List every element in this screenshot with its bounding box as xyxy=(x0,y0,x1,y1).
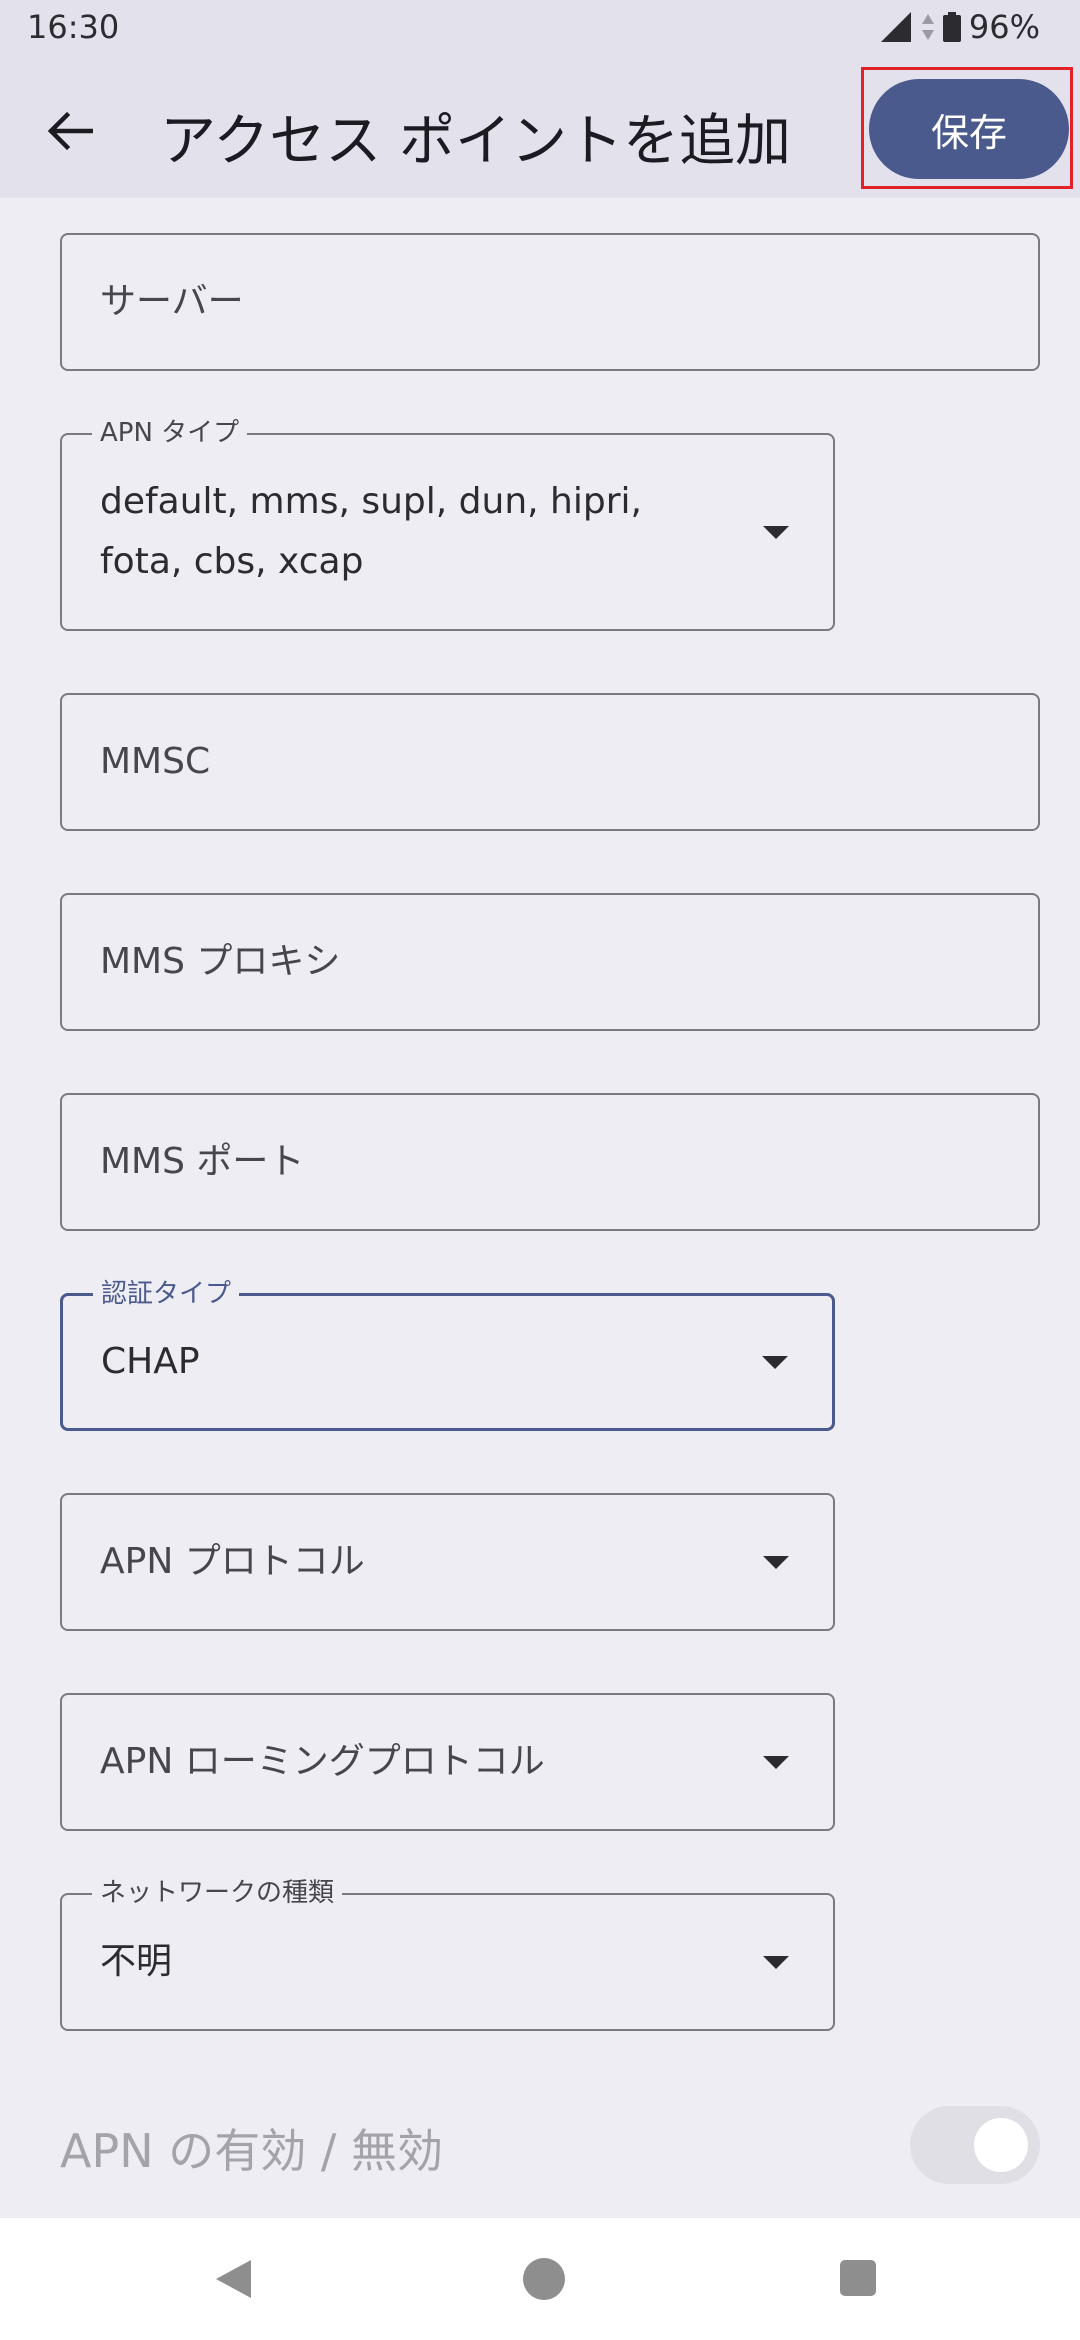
apn-type-value-line1: default, mms, supl, dun, hipri, xyxy=(100,481,642,522)
data-arrows-icon xyxy=(921,14,934,40)
apn-enable-toggle[interactable] xyxy=(910,2106,1040,2184)
status-bar: 16:30 96% xyxy=(0,0,1080,58)
status-icons: 96% xyxy=(880,8,1040,46)
apn-roaming-protocol-dropdown[interactable]: APN ローミングプロトコル xyxy=(60,1693,835,1831)
app-bar: アクセス ポイントを追加 保存 xyxy=(0,58,1080,198)
nav-recents-icon[interactable] xyxy=(840,2260,876,2296)
chevron-down-icon xyxy=(763,526,789,539)
mms-port-placeholder: MMS ポート xyxy=(100,1141,305,1182)
chevron-down-icon xyxy=(763,1956,789,1969)
network-type-value: 不明 xyxy=(100,1941,173,1982)
apn-roaming-protocol-placeholder: APN ローミングプロトコル xyxy=(100,1741,545,1782)
back-button[interactable] xyxy=(30,91,110,171)
apn-type-value: default, mms, supl, dun, hipri, fota, cb… xyxy=(100,435,733,629)
apn-protocol-dropdown[interactable]: APN プロトコル xyxy=(60,1493,835,1631)
toggle-thumb xyxy=(974,2118,1028,2172)
save-button[interactable]: 保存 xyxy=(869,79,1069,179)
mms-port-field[interactable]: MMS ポート xyxy=(60,1093,1040,1231)
server-placeholder: サーバー xyxy=(100,281,244,322)
navigation-bar xyxy=(0,2218,1080,2340)
mms-proxy-field[interactable]: MMS プロキシ xyxy=(60,893,1040,1031)
nav-back-icon[interactable] xyxy=(213,2258,253,2300)
apn-type-dropdown[interactable]: APN タイプ default, mms, supl, dun, hipri, … xyxy=(60,416,835,631)
battery-icon xyxy=(942,12,961,42)
mmsc-field[interactable]: MMSC xyxy=(60,693,1040,831)
apn-type-value-line2: fota, cbs, xcap xyxy=(100,541,364,582)
arrow-left-icon xyxy=(47,111,93,151)
apn-toggle-label: APN の有効 / 無効 xyxy=(60,2124,443,2178)
network-type-dropdown[interactable]: ネットワークの種類 不明 xyxy=(60,1876,835,2031)
apn-protocol-placeholder: APN プロトコル xyxy=(100,1541,365,1582)
chevron-down-icon xyxy=(763,1756,789,1769)
mmsc-placeholder: MMSC xyxy=(100,741,211,782)
mms-proxy-placeholder: MMS プロキシ xyxy=(100,941,341,982)
auth-type-dropdown[interactable]: 認証タイプ CHAP xyxy=(60,1277,835,1431)
auth-type-value: CHAP xyxy=(101,1341,200,1382)
server-field[interactable]: サーバー xyxy=(60,233,1040,371)
battery-percent: 96% xyxy=(968,8,1040,46)
nav-home-icon[interactable] xyxy=(523,2258,565,2300)
status-time: 16:30 xyxy=(27,8,120,46)
signal-icon xyxy=(880,12,911,42)
page-title: アクセス ポイントを追加 xyxy=(160,109,792,174)
chevron-down-icon xyxy=(762,1356,788,1369)
chevron-down-icon xyxy=(763,1556,789,1569)
